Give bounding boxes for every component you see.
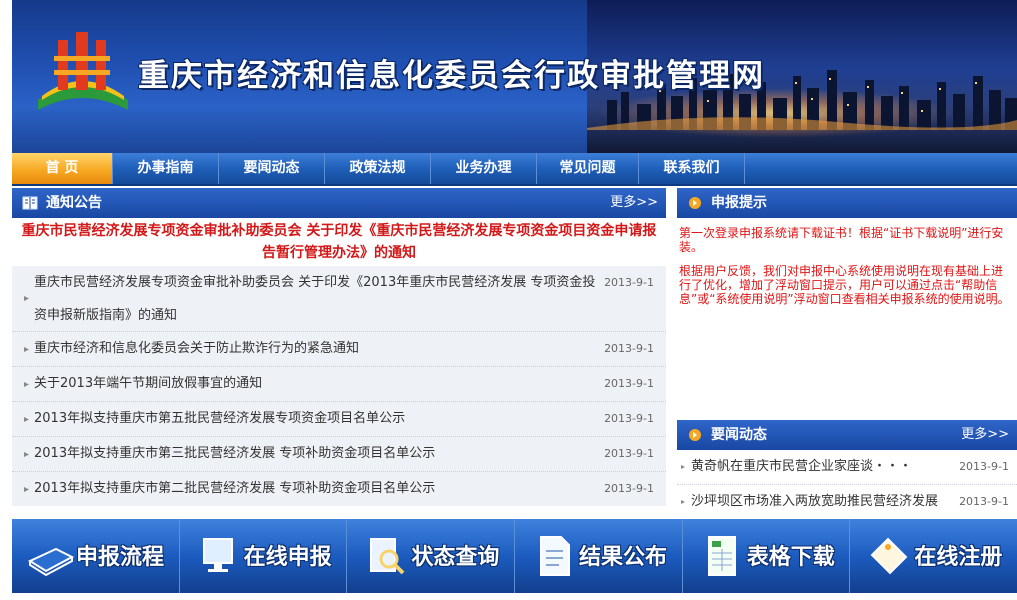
news-item-date: 2013-9-1: [959, 495, 1009, 508]
news-item-title: 沙坪坝区市场准入两放宽助推民营经济发展: [691, 494, 939, 509]
notice-item-title: 重庆市民营经济发展专项资金审批补助委员会 关于印发《2013年重庆市民营经济发展…: [34, 275, 596, 323]
bullet-icon: [24, 347, 29, 352]
news-item[interactable]: 黄奇帆在重庆市民营企业家座谈・・・ 2013-9-1: [677, 450, 1017, 485]
notice-item-date: 2013-9-1: [604, 276, 654, 289]
nav-faq[interactable]: 常见问题: [537, 153, 639, 184]
notice-item-title: 关于2013年端午节期间放假事宜的通知: [34, 376, 263, 391]
main-nav: 首 页 办事指南 要闻动态 政策法规 业务办理 常见问题 联系我们: [12, 153, 1017, 186]
notice-item[interactable]: 2013年拟支持重庆市第五批民营经济发展专项资金项目名单公示 2013-9-1: [12, 402, 666, 437]
nav-policy[interactable]: 政策法规: [325, 153, 431, 184]
government-logo-icon: [38, 32, 128, 110]
notice-more-link[interactable]: 更多>>: [610, 188, 658, 218]
status-query-button[interactable]: 状态查询: [347, 519, 516, 593]
bullet-icon: [24, 452, 29, 457]
notice-item-date: 2013-9-1: [604, 377, 654, 390]
bullet-icon: [24, 487, 29, 492]
nav-guide[interactable]: 办事指南: [113, 153, 219, 184]
online-registration-button[interactable]: 在线注册: [850, 519, 1017, 593]
bullet-icon: [24, 382, 29, 387]
nav-home[interactable]: 首 页: [12, 153, 113, 184]
news-panel: 要闻动态 更多>> 黄奇帆在重庆市民营企业家座谈・・・ 2013-9-1 沙坪坝…: [677, 420, 1017, 519]
notice-item[interactable]: 重庆市民营经济发展专项资金审批补助委员会 关于印发《2013年重庆市民营经济发展…: [12, 266, 666, 332]
notice-item-date: 2013-9-1: [604, 447, 654, 460]
magnifier-icon: [370, 538, 405, 575]
news-more-link[interactable]: 更多>>: [961, 420, 1009, 450]
nav-business[interactable]: 业务办理: [431, 153, 537, 184]
notice-panel: 通知公告 更多>> 重庆市民营经济发展专项资金审批补助委员会 关于印发《重庆市民…: [12, 188, 666, 506]
tips-panel-header: 申报提示: [677, 188, 1017, 218]
news-item-title: 黄奇帆在重庆市民营企业家座谈・・・: [691, 459, 913, 474]
tips-content: 第一次登录申报系统请下载证书！根据“证书下载说明”进行安装。 根据用户反馈，我们…: [677, 218, 1017, 306]
form-download-button[interactable]: 表格下载: [683, 519, 851, 593]
notice-item-title: 2013年拟支持重庆市第三批民营经济发展 专项补助资金项目名单公示: [34, 446, 436, 461]
notice-book-icon: [22, 196, 38, 210]
button-label: 在线申报: [243, 545, 332, 570]
tips-arrow-icon: [689, 197, 701, 209]
nav-contact[interactable]: 联系我们: [639, 153, 745, 184]
notice-item-date: 2013-9-1: [604, 482, 654, 495]
application-process-button[interactable]: 申报流程: [12, 519, 180, 593]
notice-panel-header: 通知公告 更多>>: [12, 188, 666, 218]
bullet-icon: [681, 500, 685, 504]
results-announcement-button[interactable]: 结果公布: [515, 519, 683, 593]
bullet-icon: [24, 417, 29, 422]
site-title: 重庆市经济和信息化委员会行政审批管理网: [138, 58, 765, 94]
button-label: 状态查询: [411, 545, 500, 570]
news-panel-title: 要闻动态: [711, 427, 767, 443]
right-column: 申报提示 第一次登录申报系统请下载证书！根据“证书下载说明”进行安装。 根据用户…: [677, 188, 1017, 519]
nav-news[interactable]: 要闻动态: [219, 153, 325, 184]
tips-panel: 申报提示 第一次登录申报系统请下载证书！根据“证书下载说明”进行安装。 根据用户…: [677, 188, 1017, 420]
notice-item[interactable]: 关于2013年端午节期间放假事宜的通知 2013-9-1: [12, 367, 666, 402]
notice-panel-title: 通知公告: [46, 195, 102, 211]
notice-item-title: 重庆市经济和信息化委员会关于防止欺诈行为的紧急通知: [34, 341, 360, 356]
notice-item-title: 2013年拟支持重庆市第二批民营经济发展 专项补助资金项目名单公示: [34, 481, 436, 496]
notice-item[interactable]: 2013年拟支持重庆市第三批民营经济发展 专项补助资金项目名单公示 2013-9…: [12, 437, 666, 472]
news-item-date: 2013-9-1: [959, 460, 1009, 473]
notice-item-date: 2013-9-1: [604, 342, 654, 355]
quick-links-bar: 申报流程 在线申报 状态查询 结果公布 表格下载 在线注册: [12, 519, 1017, 593]
spreadsheet-icon: [707, 536, 736, 576]
tips-paragraph: 根据用户反馈，我们对申报中心系统使用说明在现有基础上进行了优化，增加了浮动窗口提…: [679, 264, 1010, 306]
button-label: 结果公布: [579, 545, 668, 570]
news-panel-header: 要闻动态 更多>>: [677, 420, 1017, 450]
button-label: 表格下载: [746, 545, 835, 570]
notice-item[interactable]: 重庆市经济和信息化委员会关于防止欺诈行为的紧急通知 2013-9-1: [12, 332, 666, 367]
monitor-icon: [202, 538, 233, 572]
tips-panel-title: 申报提示: [711, 195, 767, 211]
notice-headline-link[interactable]: 重庆市民营经济发展专项资金审批补助委员会 关于印发《重庆市民营经济发展专项资金项…: [12, 218, 666, 266]
online-application-button[interactable]: 在线申报: [180, 519, 348, 593]
bullet-icon: [24, 296, 29, 301]
button-label: 在线注册: [914, 545, 1003, 570]
button-label: 申报流程: [76, 545, 165, 570]
news-arrow-icon: [689, 429, 701, 441]
notice-item[interactable]: 2013年拟支持重庆市第二批民营经济发展 专项补助资金项目名单公示 2013-9…: [12, 472, 666, 506]
bullet-icon: [681, 465, 685, 469]
document-icon: [540, 536, 571, 576]
tips-paragraph: 第一次登录申报系统请下载证书！根据“证书下载说明”进行安装。: [679, 226, 1004, 254]
tag-icon: [870, 537, 908, 575]
notice-list: 重庆市民营经济发展专项资金审批补助委员会 关于印发《2013年重庆市民营经济发展…: [12, 266, 666, 506]
news-item[interactable]: 沙坪坝区市场准入两放宽助推民营经济发展 2013-9-1: [677, 485, 1017, 519]
notice-item-date: 2013-9-1: [604, 412, 654, 425]
book-icon: [27, 547, 75, 577]
header-banner: 重庆市经济和信息化委员会行政审批管理网: [12, 0, 1017, 153]
notice-item-title: 2013年拟支持重庆市第五批民营经济发展专项资金项目名单公示: [34, 411, 406, 426]
